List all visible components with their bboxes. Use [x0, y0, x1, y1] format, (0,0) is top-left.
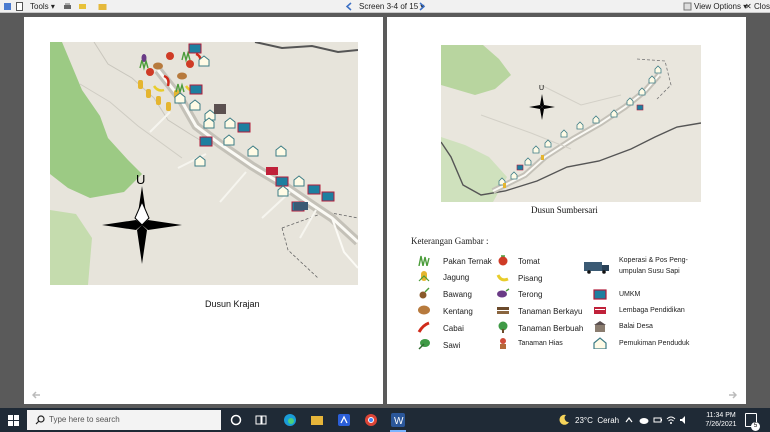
- document-icon[interactable]: [15, 2, 24, 11]
- compass-rose: U: [102, 172, 182, 264]
- map-caption: Dusun Sumbersari: [531, 205, 598, 215]
- chili-icon: [417, 321, 430, 333]
- screen-indicator[interactable]: Screen 3-4 of 15 ▾: [359, 1, 424, 12]
- map-caption: Dusun Krajan: [205, 299, 260, 309]
- fruit-tree-icon: [498, 321, 508, 333]
- north-label: U: [539, 85, 545, 92]
- legend-label: Cabai: [443, 324, 464, 333]
- search-placeholder: Type here to search: [49, 415, 120, 424]
- word-icon[interactable]: W: [391, 413, 405, 427]
- legend-label: Tanaman Hias: [518, 340, 563, 347]
- edge-icon[interactable]: [283, 413, 297, 427]
- milk-truck-icon: [294, 202, 308, 210]
- grass-icon: [418, 255, 430, 266]
- battery-icon[interactable]: [653, 415, 663, 425]
- legend-label: Lembaga Pendidikan: [619, 307, 685, 314]
- svg-text:W: W: [394, 416, 404, 427]
- legend-label: Bawang: [443, 290, 472, 299]
- book-icon: [594, 307, 606, 314]
- milk-truck-icon: [584, 262, 609, 274]
- reading-view: U Dusun Krajan U Dusun Sumbersari Ketera…: [0, 13, 770, 408]
- back-icon[interactable]: [3, 2, 12, 11]
- mustard-greens-icon: [418, 339, 430, 350]
- task-view-icon[interactable]: [254, 413, 268, 427]
- legend-label: Tanaman Berbuah: [518, 324, 584, 333]
- right-page: U Dusun Sumbersari Keterangan Gambar : P…: [387, 17, 746, 404]
- sumbersari-markers: [498, 65, 662, 188]
- corn-icon: [503, 155, 544, 188]
- village-hall-icon: [594, 321, 606, 332]
- view-options-icon: [683, 2, 692, 11]
- potato-icon: [418, 305, 430, 315]
- cloud-icon[interactable]: [639, 415, 649, 425]
- house-icon: [593, 337, 607, 349]
- village-hall-icon: [214, 104, 226, 114]
- chrome-icon[interactable]: [364, 413, 378, 427]
- eggplant-icon: [497, 288, 510, 298]
- legend-label: Pisang: [518, 274, 543, 283]
- banana-icon: [496, 274, 509, 282]
- windows-start-icon[interactable]: [8, 415, 19, 426]
- krajan-map: U: [50, 42, 358, 285]
- reader-toolbar: Tools ▾ Screen 3-4 of 15 ▾ View Options …: [0, 0, 770, 13]
- onion-icon: [419, 287, 430, 299]
- prev-page-arrow-icon[interactable]: [32, 390, 42, 400]
- legend-label: Koperasi & Pos Peng- umpulan Susu Sapi: [619, 257, 688, 275]
- shop-icon: [593, 289, 607, 300]
- north-label: U: [136, 172, 146, 187]
- weather-text[interactable]: 23°C Cerah: [575, 416, 619, 425]
- legend-label: Balai Desa: [619, 323, 653, 330]
- legend-label: Tomat: [518, 257, 540, 266]
- moon-weather-icon: [559, 414, 569, 425]
- notification-icon[interactable]: 5: [745, 413, 760, 431]
- building-markers: [174, 43, 335, 212]
- highlight-icon[interactable]: [78, 2, 87, 11]
- legend-label: Tanaman Berkayu: [518, 307, 583, 316]
- legend-label: Terong: [518, 290, 543, 299]
- legend-label: Pemukiman Penduduk: [619, 340, 690, 347]
- print-icon[interactable]: [63, 2, 72, 11]
- tools-menu[interactable]: Tools ▾: [30, 1, 55, 12]
- cortana-icon[interactable]: [229, 413, 243, 427]
- file-explorer-icon[interactable]: [310, 413, 324, 427]
- legend-label: Pakan Ternak: [443, 257, 492, 266]
- potted-plant-icon: [500, 338, 506, 349]
- compass-icon: [102, 186, 182, 264]
- legend-label: Sawi: [443, 341, 461, 350]
- search-icon: [35, 415, 45, 425]
- compass-rose-small: U: [529, 85, 555, 121]
- close-button[interactable]: ✕ Close: [745, 1, 770, 12]
- clock-date: 7/26/2021: [705, 421, 737, 428]
- prev-screen-icon[interactable]: [345, 2, 354, 11]
- compass-icon: [529, 94, 555, 120]
- chevron-up-icon[interactable]: [625, 416, 633, 424]
- tomato-icon: [498, 255, 508, 266]
- corn-icon: [418, 271, 430, 282]
- legend-title: Keterangan Gambar :: [411, 236, 489, 246]
- vpn-app-icon[interactable]: [337, 413, 351, 427]
- volume-icon[interactable]: [679, 415, 689, 425]
- left-page: U Dusun Krajan: [24, 17, 383, 404]
- taskbar-search-box[interactable]: Type here to search: [27, 410, 221, 430]
- next-screen-icon[interactable]: [417, 2, 426, 11]
- clock[interactable]: 11:34 PM 7/26/2021: [703, 411, 739, 429]
- legend-label: Kentang: [443, 307, 473, 316]
- sumbersari-map: U: [441, 45, 701, 202]
- clock-time: 11:34 PM: [706, 412, 736, 419]
- view-options-menu[interactable]: View Options ▾: [694, 1, 747, 12]
- book-icon: [266, 167, 278, 175]
- next-page-arrow-icon[interactable]: [727, 390, 737, 400]
- legend-label: Jagung: [443, 273, 470, 282]
- legend-label: UMKM: [619, 291, 641, 298]
- timber-icon: [497, 307, 509, 314]
- wifi-icon[interactable]: [666, 415, 676, 425]
- folder-icon[interactable]: [98, 2, 107, 11]
- taskbar: Type here to search W 23°C Cerah 11:34 P…: [0, 408, 770, 432]
